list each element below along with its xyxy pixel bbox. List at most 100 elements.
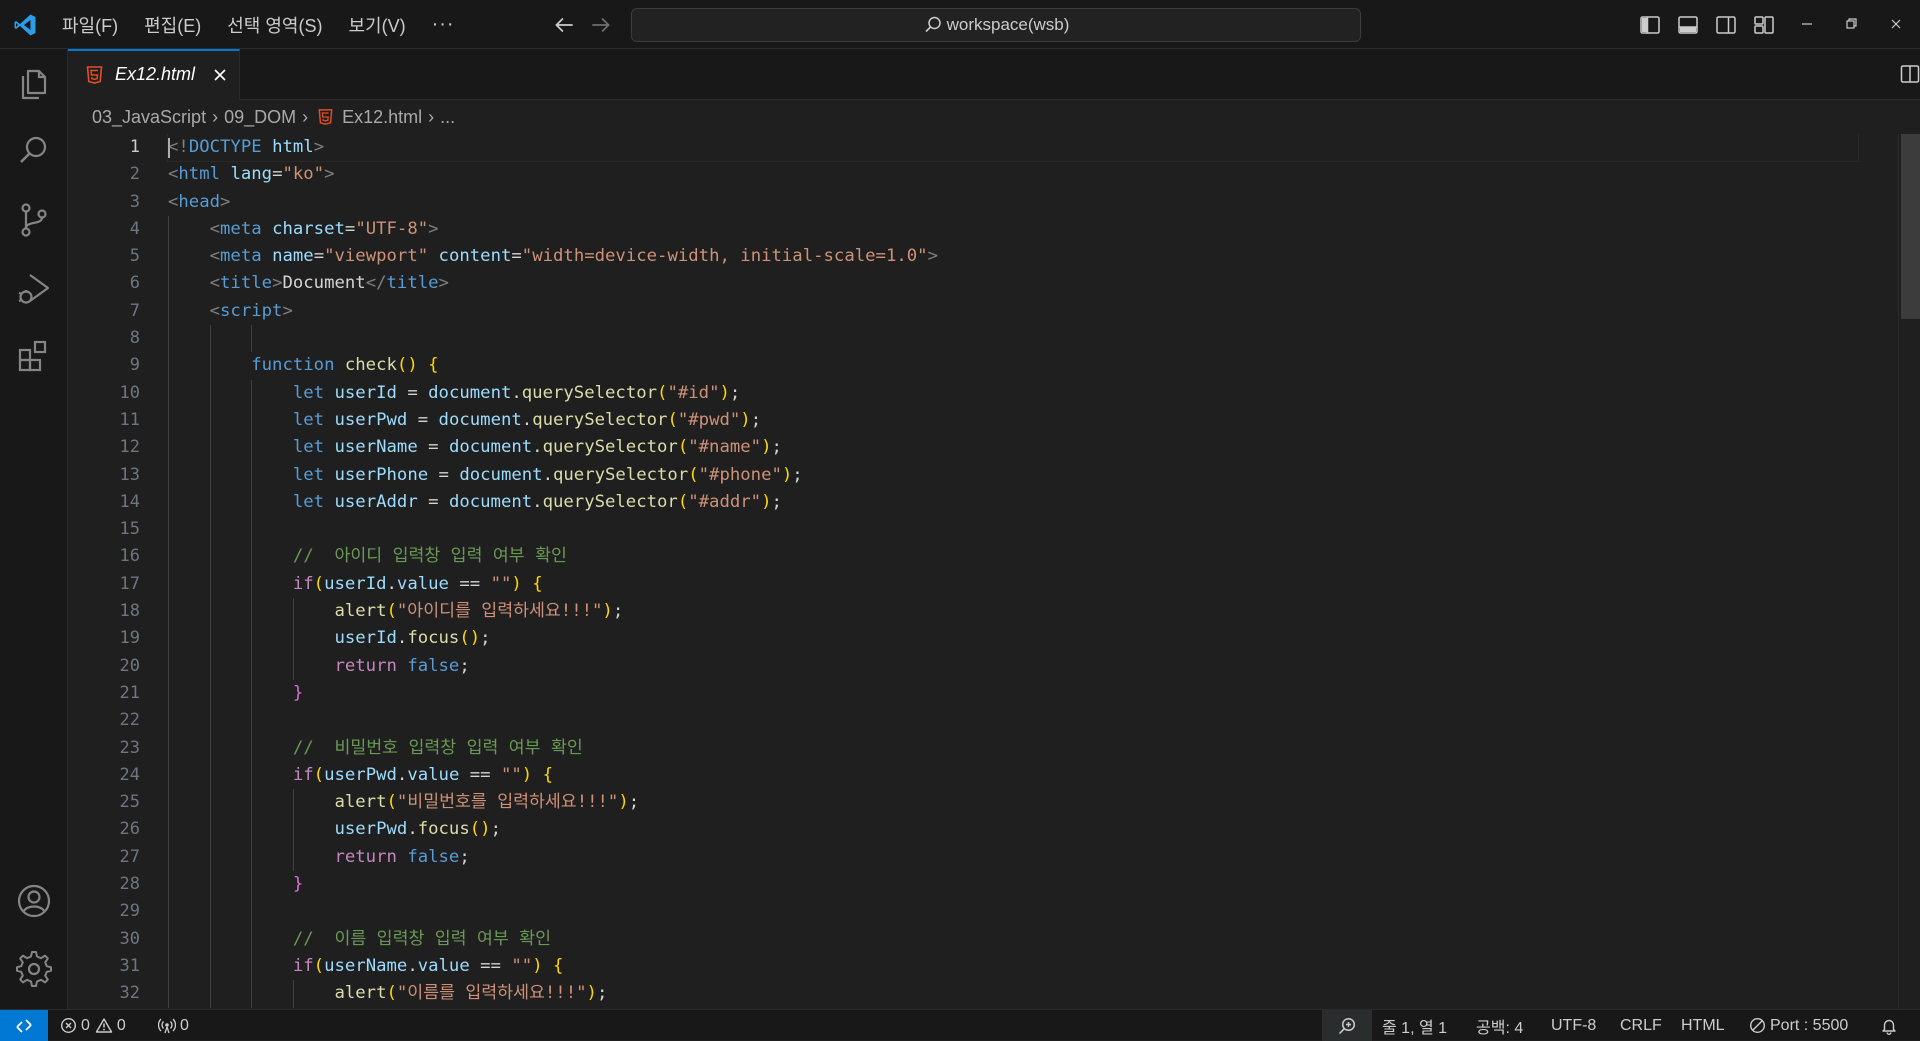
zoom-in-icon bbox=[1338, 1017, 1356, 1034]
indentation[interactable]: 공백: 4 bbox=[1476, 1010, 1523, 1041]
menu-selection[interactable]: 선택 영역(S) bbox=[215, 8, 334, 42]
encoding[interactable]: UTF-8 bbox=[1551, 1010, 1596, 1041]
code-line[interactable]: alert("이름를 입력하세요!!!"); bbox=[168, 980, 1858, 1008]
problems-indicator[interactable]: 0 0 bbox=[60, 1010, 126, 1041]
line-number: 21 bbox=[119, 682, 140, 703]
customize-layout-icon[interactable] bbox=[1752, 13, 1776, 37]
search-icon bbox=[925, 16, 941, 33]
code-line[interactable]: return false; bbox=[168, 843, 1858, 872]
line-number: 11 bbox=[119, 409, 140, 430]
code-line[interactable]: <html lang="ko"> bbox=[168, 161, 1858, 188]
code-line[interactable]: alert("비밀번호를 입력하세요!!!"); bbox=[168, 789, 1858, 817]
code-line[interactable]: function check() { bbox=[168, 352, 1858, 380]
line-number: 18 bbox=[119, 601, 140, 622]
error-icon bbox=[60, 1017, 77, 1034]
code-line[interactable]: <!DOCTYPE html> bbox=[167, 134, 1859, 163]
close-window-icon[interactable] bbox=[1884, 12, 1908, 36]
tab-ex12-html[interactable]: Ex12.html bbox=[68, 49, 240, 100]
code-line[interactable]: return false; bbox=[168, 652, 1858, 680]
zoom-indicator[interactable] bbox=[1322, 1010, 1372, 1041]
line-number: 26 bbox=[119, 819, 140, 840]
vscode-logo-icon bbox=[14, 14, 36, 36]
cursor-position[interactable]: 줄 1, 열 1 bbox=[1382, 1010, 1447, 1041]
activity-bar bbox=[0, 49, 68, 1009]
code-editor[interactable]: 1 2 3 4 5 6 7 8 9 10 11 12 13 14 15 16 17 18 19 20 21 22 23 24 2… bbox=[68, 134, 1920, 1009]
code-line[interactable]: } bbox=[168, 871, 1858, 899]
vertical-scrollbar[interactable] bbox=[1898, 134, 1920, 1009]
line-number: 12 bbox=[119, 437, 140, 458]
warning-count: 0 bbox=[116, 1016, 126, 1034]
line-number: 31 bbox=[119, 955, 140, 976]
restore-icon[interactable] bbox=[1839, 12, 1863, 36]
toggle-primary-sidebar-icon[interactable] bbox=[1638, 13, 1662, 37]
gear-icon[interactable] bbox=[14, 949, 54, 989]
broadcast-icon bbox=[158, 1018, 176, 1033]
split-editor-icon[interactable] bbox=[1899, 63, 1920, 85]
code-line[interactable]: let userPwd = document.querySelector("#p… bbox=[168, 406, 1858, 435]
command-center-search[interactable]: workspace(wsb) bbox=[631, 8, 1361, 42]
bell-icon bbox=[1882, 1019, 1896, 1035]
menu-view[interactable]: 보기(V) bbox=[336, 8, 417, 42]
code-line[interactable]: let userName = document.querySelector("#… bbox=[168, 434, 1858, 462]
code-line[interactable]: <title>Document</title> bbox=[168, 270, 1858, 298]
line-number: 19 bbox=[119, 628, 140, 649]
code-line[interactable]: if(userId.value == "") { bbox=[168, 570, 1858, 599]
code-line[interactable] bbox=[168, 516, 1858, 544]
explorer-files-icon[interactable] bbox=[14, 63, 54, 103]
code-line[interactable]: alert("아이디를 입력하세요!!!"); bbox=[168, 598, 1858, 626]
run-and-debug-icon[interactable] bbox=[14, 268, 54, 308]
code-area[interactable]: <!DOCTYPE html> <html lang="ko"> <head> <m… bbox=[167, 134, 1859, 1008]
menu-file[interactable]: 파일(F) bbox=[50, 8, 130, 42]
line-number: 32 bbox=[119, 983, 140, 1004]
language-mode[interactable]: HTML bbox=[1681, 1010, 1725, 1041]
source-control-icon[interactable] bbox=[14, 200, 54, 240]
menu-more[interactable]: ··· bbox=[420, 9, 467, 40]
breadcrumb-folder-dom[interactable]: 09_DOM bbox=[224, 107, 296, 128]
code-line[interactable]: if(userPwd.value == "") { bbox=[168, 761, 1858, 790]
code-line[interactable]: <head> bbox=[168, 189, 1858, 216]
circle-slash-icon bbox=[1749, 1017, 1766, 1034]
code-line[interactable]: let userPhone = document.querySelector("… bbox=[168, 461, 1858, 489]
notifications[interactable] bbox=[1880, 1010, 1902, 1041]
code-line[interactable]: // 비밀번호 입력창 입력 여부 확인 bbox=[168, 734, 1858, 762]
close-icon[interactable] bbox=[211, 66, 229, 84]
line-number: 14 bbox=[119, 491, 140, 512]
toggle-panel-icon[interactable] bbox=[1676, 13, 1700, 37]
code-line[interactable]: <script> bbox=[168, 297, 1858, 326]
code-line[interactable] bbox=[168, 325, 1858, 353]
end-of-line[interactable]: CRLF bbox=[1620, 1010, 1662, 1041]
toggle-secondary-sidebar-icon[interactable] bbox=[1714, 13, 1738, 37]
breadcrumb-symbol[interactable]: ... bbox=[440, 107, 455, 128]
code-line[interactable]: if(userName.value == "") { bbox=[168, 952, 1858, 981]
code-line[interactable]: userId.focus(); bbox=[168, 625, 1858, 653]
live-server-port[interactable]: Port : 5500 bbox=[1749, 1010, 1848, 1041]
code-line[interactable] bbox=[168, 898, 1858, 926]
code-line[interactable]: } bbox=[168, 679, 1858, 708]
remote-indicator[interactable] bbox=[0, 1010, 48, 1041]
code-line[interactable] bbox=[168, 707, 1858, 735]
extensions-icon[interactable] bbox=[14, 336, 54, 376]
code-line[interactable]: // 이름 입력창 입력 여부 확인 bbox=[168, 925, 1858, 953]
code-line[interactable]: // 아이디 입력창 입력 여부 확인 bbox=[168, 543, 1858, 571]
menu-edit[interactable]: 편집(E) bbox=[132, 8, 213, 42]
code-line[interactable]: userPwd.focus(); bbox=[168, 816, 1858, 844]
search-icon[interactable] bbox=[14, 131, 54, 171]
breadcrumb-file[interactable]: Ex12.html bbox=[342, 107, 422, 128]
scrollbar-thumb[interactable] bbox=[1901, 134, 1920, 319]
code-line[interactable]: let userAddr = document.querySelector("#… bbox=[168, 488, 1858, 517]
line-number: 15 bbox=[119, 519, 140, 540]
line-number: 30 bbox=[119, 928, 140, 949]
accounts-icon[interactable] bbox=[14, 881, 54, 921]
code-line[interactable]: <meta name="viewport" content="width=dev… bbox=[168, 243, 1858, 271]
arrow-right-icon[interactable] bbox=[588, 12, 614, 38]
line-number: 20 bbox=[119, 655, 140, 676]
line-number: 22 bbox=[119, 710, 140, 731]
code-line[interactable]: let userId = document.querySelector("#id… bbox=[168, 379, 1858, 407]
arrow-left-icon[interactable] bbox=[551, 12, 577, 38]
ports-indicator[interactable]: 0 bbox=[158, 1010, 189, 1041]
breadcrumb: 03_JavaScript › 09_DOM › Ex12.html › ... bbox=[92, 100, 455, 134]
line-number: 13 bbox=[119, 464, 140, 485]
code-line[interactable]: <meta charset="UTF-8"> bbox=[168, 215, 1858, 244]
minimize-icon[interactable] bbox=[1795, 12, 1819, 36]
breadcrumb-folder-javascript[interactable]: 03_JavaScript bbox=[92, 107, 206, 128]
